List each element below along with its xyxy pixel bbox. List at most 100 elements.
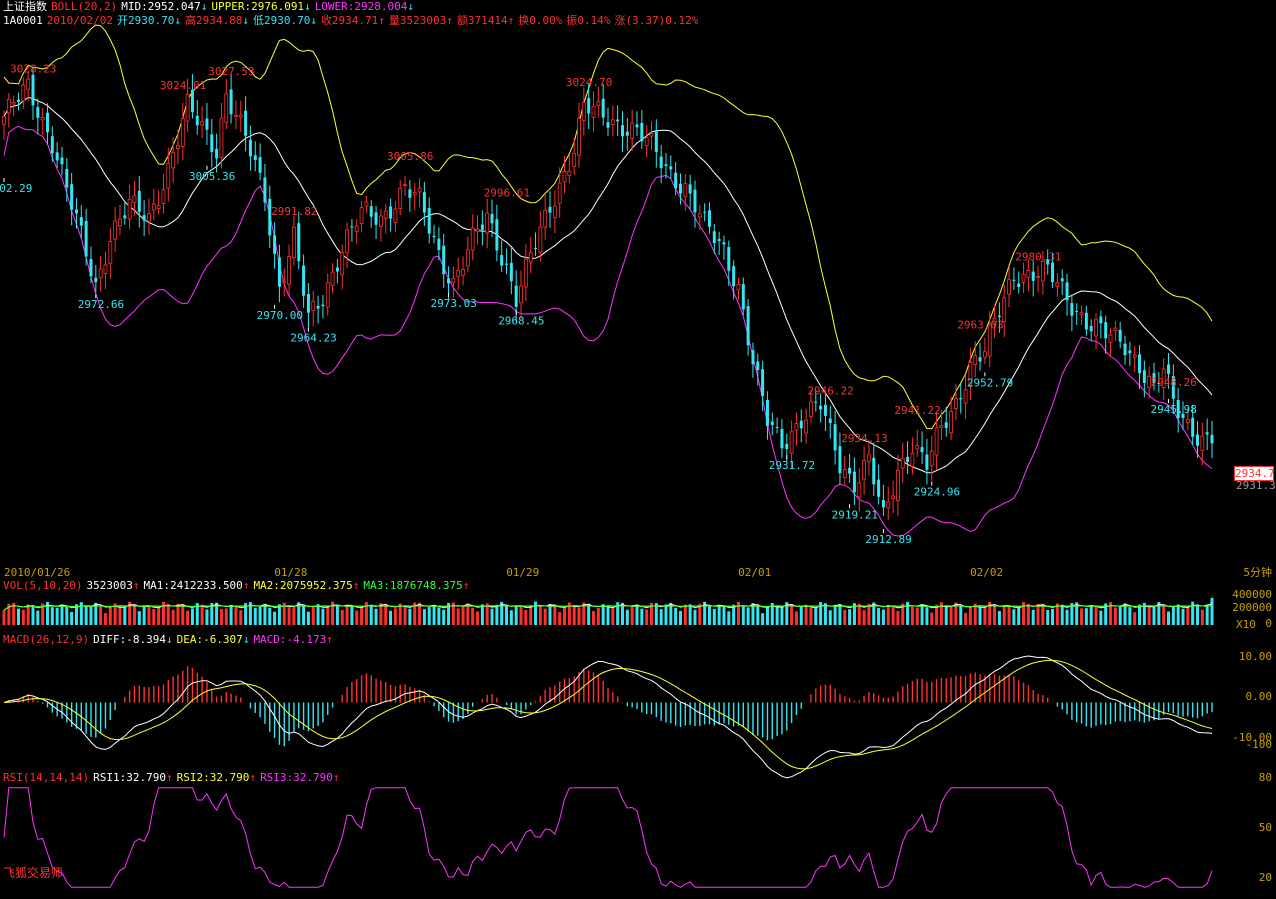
volume-bar bbox=[476, 611, 480, 625]
candle-body bbox=[98, 268, 103, 279]
axis-tick-label: -100 bbox=[1246, 738, 1273, 751]
volume-bar bbox=[563, 606, 567, 625]
volume-bar bbox=[427, 607, 431, 625]
volume-bar bbox=[31, 605, 35, 625]
volume-bar bbox=[683, 604, 687, 625]
price-annotation: 3002.29 bbox=[0, 182, 32, 195]
volume-bar bbox=[152, 609, 156, 625]
volume-bar bbox=[920, 604, 924, 625]
candle-body bbox=[770, 421, 774, 425]
header.line2-segment: 涨(3.37)0.12% bbox=[614, 14, 699, 27]
volume-bar bbox=[55, 607, 59, 625]
candle-body bbox=[562, 170, 567, 183]
volume-bar bbox=[84, 606, 88, 625]
candle-body bbox=[292, 226, 296, 259]
candle-body bbox=[741, 284, 745, 310]
header.line2-segment: ↑ bbox=[507, 14, 515, 27]
volume-bar bbox=[1196, 604, 1200, 625]
header-line-1: 上证指数 BOLL(20,2) MID:2952.047↓ UPPER:2976.09… bbox=[3, 0, 414, 13]
candle-body bbox=[229, 89, 233, 115]
candle-body bbox=[437, 238, 441, 251]
volume-bar bbox=[1017, 607, 1021, 625]
period-label[interactable]: 5分钟 bbox=[1243, 566, 1272, 579]
candle-body bbox=[929, 450, 934, 466]
price-annotation: 2924.96 bbox=[914, 486, 960, 499]
candle-body bbox=[2, 115, 6, 125]
candle-body bbox=[939, 425, 944, 428]
candle-body bbox=[799, 420, 803, 429]
candle-body bbox=[16, 99, 20, 102]
volume-bar bbox=[630, 605, 634, 625]
candle-body bbox=[306, 293, 310, 313]
volume-bar bbox=[181, 604, 185, 625]
volume-bar bbox=[1176, 604, 1180, 625]
candle-body bbox=[635, 124, 639, 128]
candle-body bbox=[669, 166, 673, 170]
candle-body bbox=[475, 228, 480, 232]
volume-bar bbox=[287, 607, 291, 625]
candle-body bbox=[727, 246, 731, 271]
volume-bar bbox=[340, 609, 344, 625]
candle-body bbox=[374, 212, 378, 225]
volume-bar bbox=[944, 606, 948, 625]
volume-bar bbox=[1080, 608, 1084, 625]
rsi_header-segment: RSI1:32.790 bbox=[93, 771, 166, 784]
price-annotation: 2941.22 bbox=[894, 404, 940, 417]
candle-body bbox=[36, 107, 40, 118]
candle-body bbox=[543, 209, 548, 228]
candle-body bbox=[852, 471, 856, 493]
candle-body bbox=[1094, 318, 1098, 337]
rsi_header-segment: RSI(14,14,14) bbox=[3, 771, 90, 784]
header.line2-segment: ↓ bbox=[242, 14, 249, 27]
candle-body bbox=[722, 242, 726, 245]
volume-bar bbox=[50, 607, 54, 625]
candle-body bbox=[442, 245, 446, 275]
header.line1-segment: ↓ bbox=[304, 0, 311, 13]
candle-body bbox=[403, 184, 407, 187]
candle-body bbox=[1060, 278, 1064, 282]
date-label: 02/01 bbox=[738, 566, 771, 579]
header.line2-segment: 开2930.70 bbox=[116, 14, 175, 27]
candle-body bbox=[137, 190, 141, 213]
volume-bar bbox=[123, 606, 127, 625]
volume-bar bbox=[118, 607, 122, 625]
macd_header-segment: DIFF:-8.394 bbox=[93, 633, 166, 646]
header.line1-segment: MID:2952.047 bbox=[121, 0, 201, 13]
rsi_header-segment: RSI2:32.790 bbox=[176, 771, 250, 784]
candle-body bbox=[925, 454, 929, 470]
price-annotation: 2980.31 bbox=[1015, 250, 1061, 263]
candle-body bbox=[944, 422, 948, 429]
candle-body bbox=[205, 118, 209, 130]
candle-body bbox=[872, 457, 876, 485]
volume-bar bbox=[258, 606, 262, 625]
candle-body bbox=[142, 215, 146, 221]
price-annotation: 2970.00 bbox=[257, 309, 303, 322]
price-annotation: 2912.89 bbox=[865, 533, 911, 546]
volume-bar bbox=[964, 612, 968, 625]
candle-body bbox=[809, 401, 813, 418]
volume-bar bbox=[132, 604, 136, 625]
price-annotation: 2946.22 bbox=[807, 384, 853, 397]
candle-body bbox=[881, 500, 885, 508]
vol_header-segment: VOL(5,10,20) bbox=[3, 579, 83, 592]
candle-body bbox=[378, 215, 383, 227]
rsi_header-segment: ↑ bbox=[165, 771, 173, 784]
volume-bar bbox=[693, 609, 697, 625]
candle-body bbox=[55, 152, 59, 161]
candle-body bbox=[963, 389, 968, 404]
volume-bar bbox=[857, 603, 861, 625]
candle-body bbox=[359, 207, 364, 225]
candle-body bbox=[567, 170, 572, 176]
candle-body bbox=[40, 116, 45, 121]
macd-header: MACD(26,12,9) DIFF:-8.394↓ DEA:-6.307↓ MACD… bbox=[3, 633, 333, 646]
candle-body bbox=[210, 134, 214, 152]
candle-body bbox=[591, 105, 596, 118]
candle-body bbox=[316, 305, 320, 309]
volume-bar bbox=[1065, 609, 1069, 625]
candle-body bbox=[480, 224, 484, 230]
candle-body bbox=[21, 84, 26, 102]
candle-body bbox=[1185, 418, 1190, 423]
volume-bar bbox=[2, 610, 6, 625]
volume-bar bbox=[306, 611, 310, 625]
volume-bar bbox=[592, 611, 596, 625]
